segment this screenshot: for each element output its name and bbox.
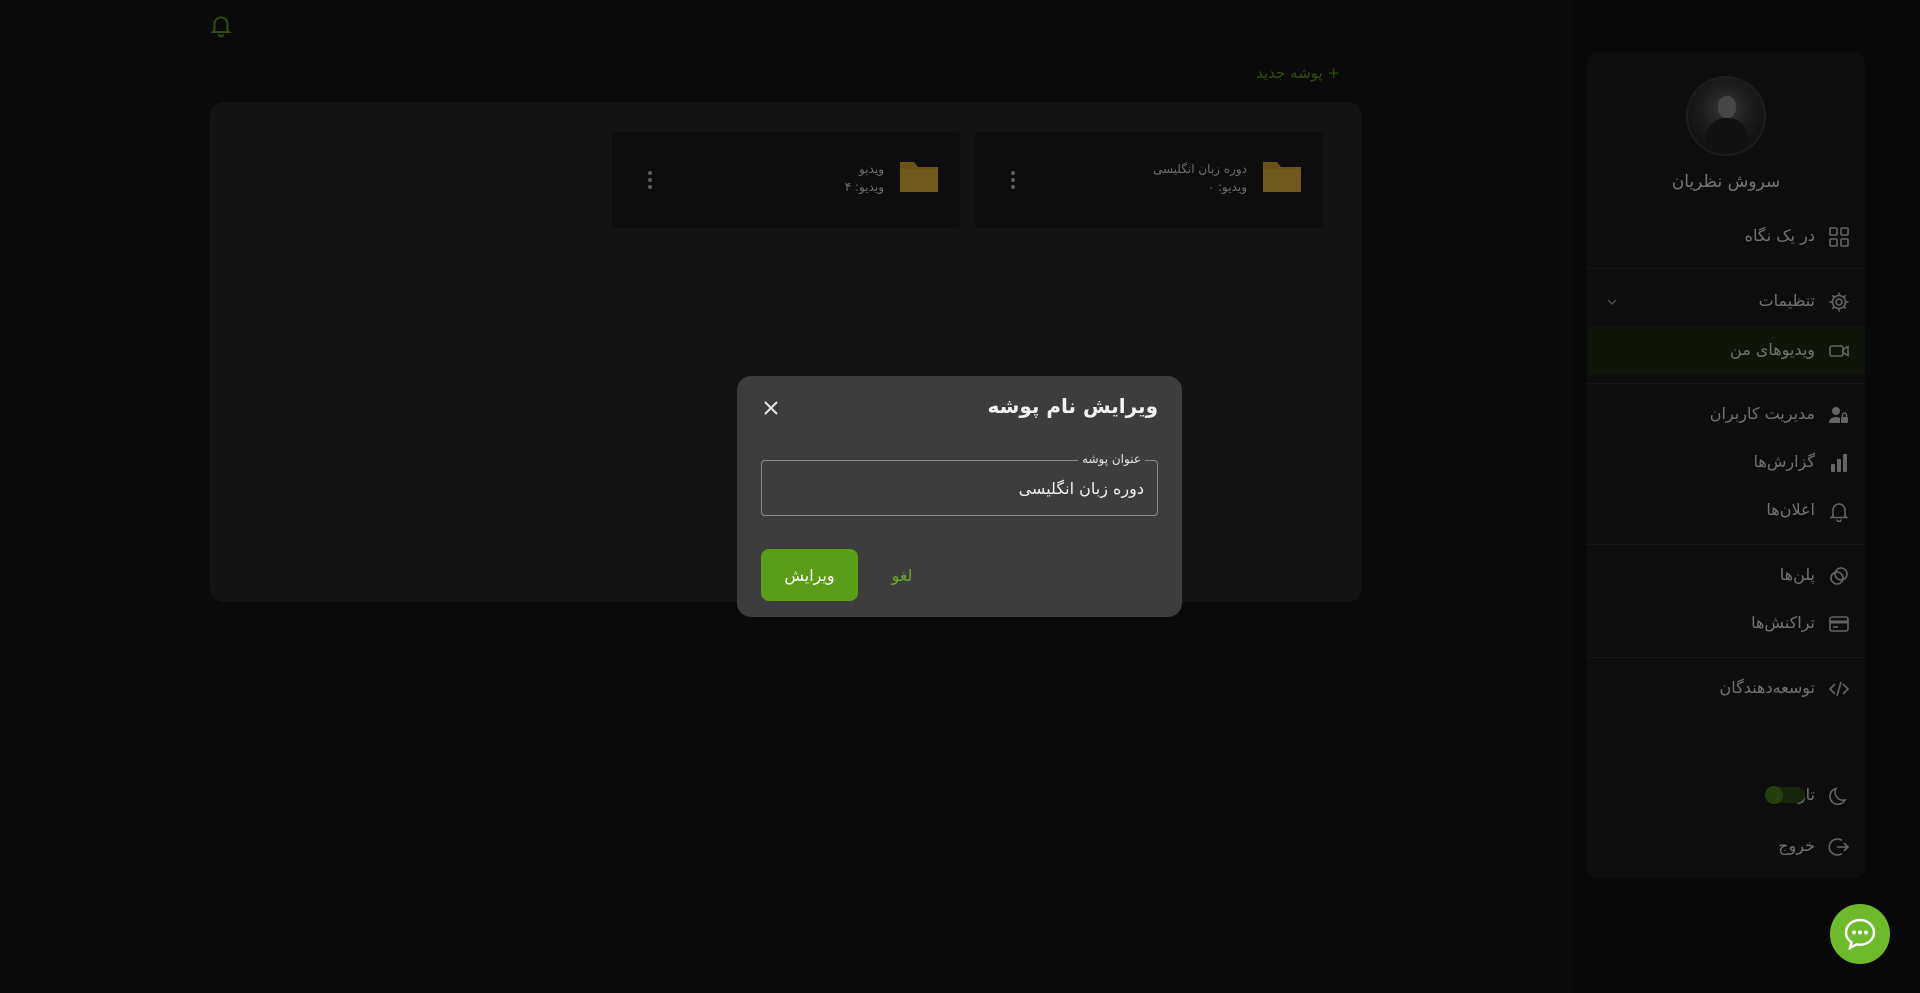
edit-button[interactable]: ویرایش xyxy=(761,549,858,601)
edit-folder-dialog: ویرایش نام پوشه عنوان پوشه ویرایش لغو xyxy=(737,376,1182,617)
folder-title-field: عنوان پوشه xyxy=(761,452,1158,516)
dialog-title: ویرایش نام پوشه xyxy=(987,394,1158,418)
chat-icon xyxy=(1844,918,1876,951)
folder-title-input[interactable] xyxy=(762,461,1157,515)
cancel-button[interactable]: لغو xyxy=(877,562,927,588)
chat-support-button[interactable] xyxy=(1830,904,1890,964)
close-icon[interactable] xyxy=(759,396,783,420)
